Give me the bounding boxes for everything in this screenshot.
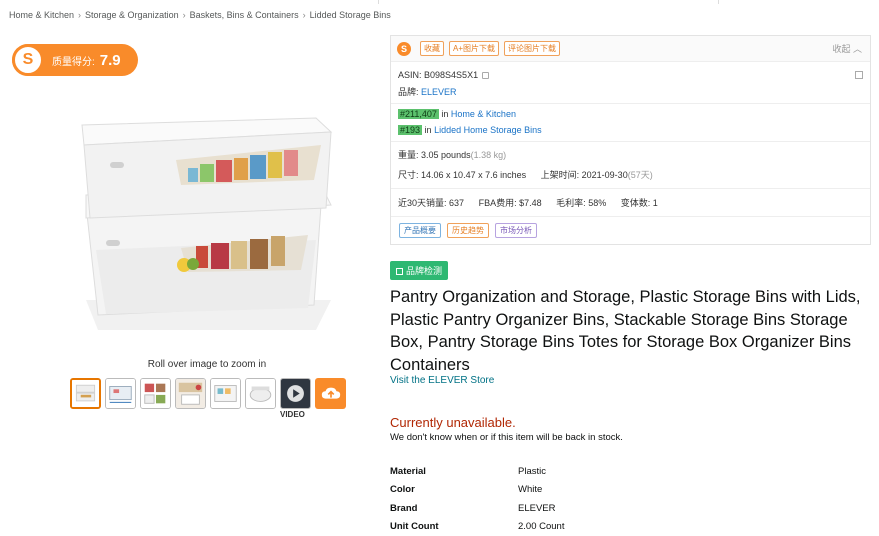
aplus-image-download-button[interactable]: A+图片下载 [449,41,499,56]
score-value: 7.9 [100,52,121,69]
fba-label: FBA费用: [479,198,517,208]
attribute-key: Brand [390,503,518,514]
asin-value: B098S4S5X1 [424,70,478,80]
margin-value: 58% [588,198,606,208]
attribute-value: White [518,484,542,495]
rank-in: in [441,109,448,119]
attribute-value: ELEVER [518,503,556,514]
market-analysis-tab[interactable]: 市场分析 [495,223,537,238]
weight-value: 3.05 pounds [421,150,471,160]
rank-category-link[interactable]: Home & Kitchen [451,109,516,119]
margin-label: 毛利率: [556,198,586,208]
attribute-row: MaterialPlastic [390,462,564,481]
breadcrumb-item[interactable]: Baskets, Bins & Containers [190,10,299,20]
breadcrumb: Home & Kitchen › Storage & Organization › Ba… [9,10,391,20]
sellersprite-logo-icon: S [12,44,44,76]
quality-score-badge[interactable]: S 质量得分: 7.9 [12,44,138,76]
rank-category-link[interactable]: Lidded Home Storage Bins [434,125,542,135]
zoom-hint: Roll over image to zoom in [76,359,338,370]
thumbnail-lid-detail[interactable] [245,378,276,409]
attribute-value: Plastic [518,466,546,477]
top-border [0,0,879,4]
breadcrumb-separator: › [303,10,306,20]
listed-date: 2021-09-30 [582,170,628,180]
history-trend-tab[interactable]: 历史趋势 [447,223,489,238]
copy-icon[interactable] [482,72,489,79]
listed-days: (57天) [628,170,653,180]
attribute-key: Color [390,484,518,495]
product-title: Pantry Organization and Storage, Plastic… [390,286,870,376]
sales-label: 近30天销量: [398,198,447,208]
rank-badge: #193 [398,125,422,135]
brand-label: 品牌: [398,87,419,97]
sellersprite-info-panel: S 收藏 A+图片下载 评论图片下载 收起 ︿ ASIN: B098S4S5X1… [390,35,871,245]
thumbnail-bins-open[interactable] [210,378,241,409]
attribute-row: Unit Count2.00 Count [390,518,564,536]
fba-value: $7.48 [519,198,542,208]
availability-status: Currently unavailable. [390,415,516,430]
sellersprite-mini-logo-icon: S [397,42,411,56]
availability-note: We don't know when or if this item will … [390,432,623,443]
divider [391,141,870,142]
breadcrumb-item[interactable]: Lidded Storage Bins [310,10,391,20]
sales-value: 637 [449,198,464,208]
divider [391,188,870,189]
variants-value: 1 [653,198,658,208]
check-icon [396,268,403,275]
review-image-download-button[interactable]: 评论图片下载 [504,41,560,56]
rank-in: in [425,125,432,135]
collapse-toggle[interactable]: 收起 ︿ [832,42,862,55]
divider [391,216,870,217]
weight-kg: (1.38 kg) [471,150,507,160]
external-link-icon[interactable] [855,71,863,79]
thumbnail-pantry-shelf[interactable] [140,378,171,409]
size-label: 尺寸: [398,170,419,180]
rank-badge: #211,407 [398,109,439,119]
brand-check-button[interactable]: 品牌检测 [390,261,448,280]
attribute-key: Material [390,466,518,477]
thumbnail-dimensions[interactable] [105,378,136,409]
video-label: VIDEO [280,410,305,419]
favorite-button[interactable]: 收藏 [420,41,444,56]
thumbnail-video[interactable] [280,378,311,409]
brand-check-label: 品牌检测 [406,266,442,276]
breadcrumb-item[interactable]: Storage & Organization [85,10,179,20]
thumbnail-strip [70,378,346,409]
score-label: 质量得分: [52,53,95,68]
divider [391,103,870,104]
breadcrumb-item[interactable]: Home & Kitchen [9,10,74,20]
thumbnail-kitchen[interactable] [175,378,206,409]
product-attributes: MaterialPlastic ColorWhite BrandELEVER U… [390,462,564,536]
breadcrumb-separator: › [183,10,186,20]
store-link[interactable]: Visit the ELEVER Store [390,375,494,386]
listed-label: 上架时间: [541,170,580,180]
attribute-key: Unit Count [390,521,518,532]
variants-label: 变体数: [621,198,651,208]
product-summary-tab[interactable]: 产品概要 [399,223,441,238]
breadcrumb-separator: › [78,10,81,20]
product-main-image[interactable] [76,100,338,354]
upload-icon[interactable] [315,378,346,409]
brand-link[interactable]: ELEVER [421,87,457,97]
attribute-value: 2.00 Count [518,521,564,532]
thumbnail-box-stack[interactable] [70,378,101,409]
weight-label: 重量: [398,150,419,160]
attribute-row: BrandELEVER [390,499,564,518]
attribute-row: ColorWhite [390,481,564,500]
asin-label: ASIN: [398,70,422,80]
panel-header: S 收藏 A+图片下载 评论图片下载 收起 ︿ [391,36,870,62]
size-value: 14.06 x 10.47 x 7.6 inches [421,170,526,180]
